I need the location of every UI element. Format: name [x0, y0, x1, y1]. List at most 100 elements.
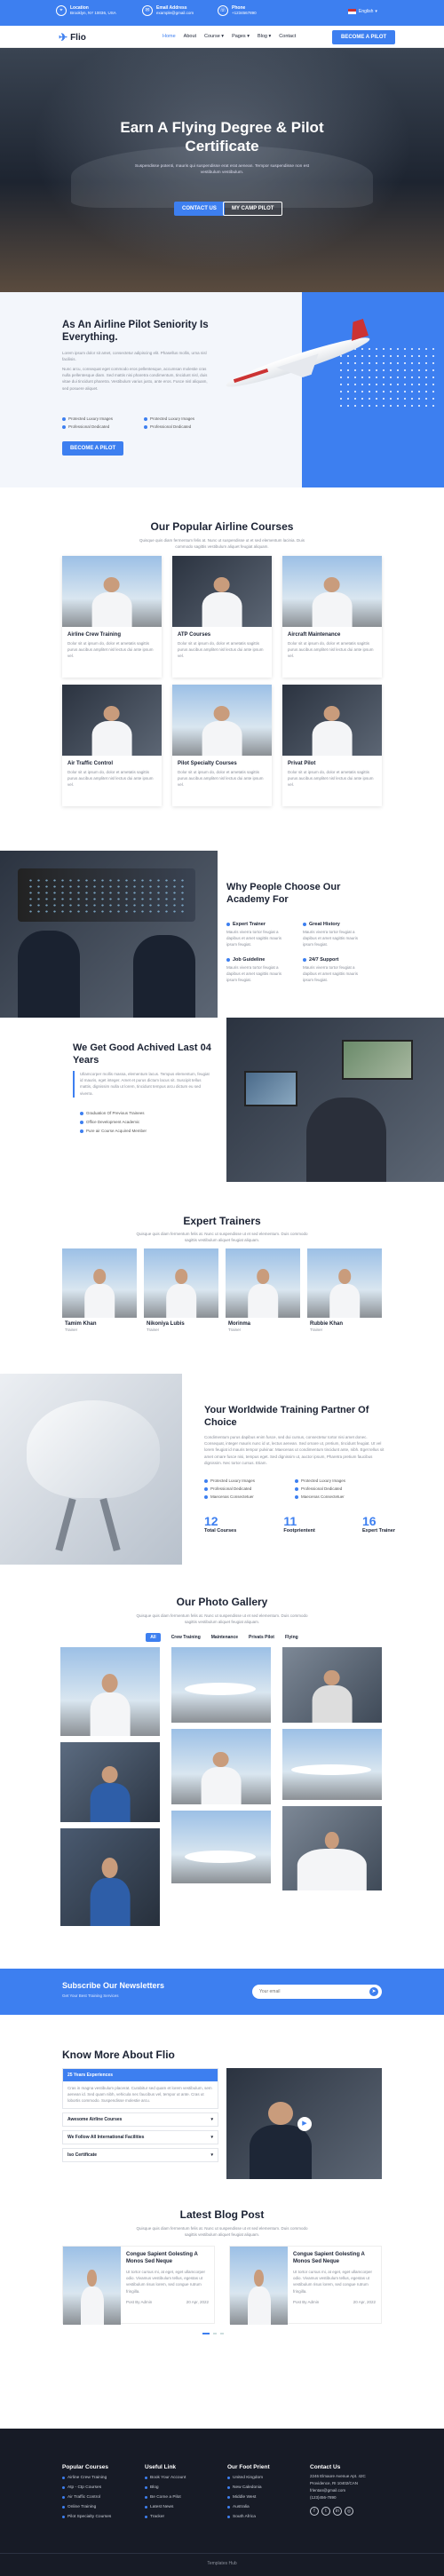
tab-flying[interactable]: Flying	[285, 1633, 298, 1642]
slider-dot[interactable]	[202, 2333, 210, 2334]
course-name[interactable]: Air Traffic Control	[62, 756, 162, 769]
slider-dot[interactable]	[213, 2333, 217, 2334]
gallery-image[interactable]	[282, 1729, 382, 1800]
trainer-name[interactable]: Rubbie Khan	[307, 1318, 382, 1328]
phone-value[interactable]: +1234567890	[232, 11, 257, 15]
trainer-card[interactable]: Tamim Khan Trainer	[62, 1248, 137, 1332]
nav-blog[interactable]: Blog ▾	[258, 34, 271, 39]
course-image	[282, 556, 382, 627]
gallery-image[interactable]	[171, 1729, 271, 1804]
gallery-image[interactable]	[171, 1647, 271, 1723]
send-button[interactable]: ➤	[369, 1987, 378, 1996]
blog-card[interactable]: Congue Sapient Golesting A Monos Sed Neq…	[229, 2246, 382, 2325]
footer-link[interactable]: United Kingdom	[227, 2476, 310, 2480]
footer-link[interactable]: Blog	[145, 2485, 227, 2490]
faq-item[interactable]: Iso Certificate ▾	[62, 2147, 218, 2162]
blog-section: Latest Blog Post Quisque quis diam ferme…	[0, 2208, 444, 2429]
course-card[interactable]: Air Traffic Control Dolor sit ut ipsum d…	[62, 685, 162, 806]
footer-link[interactable]: Airline Crew Training	[62, 2476, 145, 2480]
course-image	[62, 556, 162, 627]
logo[interactable]: ✈ Flio	[59, 31, 86, 44]
trainer-card[interactable]: Morinma Trainer	[226, 1248, 300, 1332]
blog-post-title[interactable]: Congue Sapient Golesting A Monos Sed Neq…	[293, 2252, 376, 2265]
footer-link[interactable]: Australia	[227, 2505, 310, 2509]
newsletter-email-input[interactable]	[259, 1987, 357, 1996]
why-grid: Expert Trainer Mauris viverra tortor feu…	[226, 922, 369, 983]
trainer-name[interactable]: Morinma	[226, 1318, 300, 1328]
footer-link[interactable]: New Caledonia	[227, 2485, 310, 2490]
footer-link[interactable]: Be Come a Pilot	[145, 2495, 227, 2500]
gallery-subtitle: Quisque quis diam fermentum felis at. Nu…	[136, 1613, 308, 1624]
stat-trainers: 16 Expert Trainer	[362, 1514, 395, 1534]
course-name[interactable]: ATP Courses	[172, 627, 272, 640]
my-camp-pilot-button[interactable]: MY CAMP PILOT	[223, 202, 283, 216]
gallery-image[interactable]	[60, 1828, 160, 1926]
trainer-name[interactable]: Nikoniya Lubis	[144, 1318, 218, 1328]
tab-all[interactable]: All	[146, 1633, 161, 1642]
accent-line	[73, 1071, 75, 1098]
faq-item[interactable]: We Follow All International Facilities ▾	[62, 2129, 218, 2144]
course-name[interactable]: Aircraft Maintenance	[282, 627, 382, 640]
gallery-image[interactable]	[171, 1811, 271, 1883]
nav-course[interactable]: Course ▾	[204, 34, 224, 39]
gallery-image[interactable]	[60, 1647, 160, 1736]
twitter-icon[interactable]: t	[321, 2507, 330, 2516]
play-icon[interactable]: ▶	[297, 2117, 312, 2131]
course-name[interactable]: Airline Crew Training	[62, 627, 162, 640]
faq-question[interactable]: 25 Years Experiences	[63, 2069, 218, 2081]
tick-item: Office Development Academic	[80, 1120, 147, 1124]
footer-link[interactable]: Air Traffic Control	[62, 2495, 145, 2500]
footer-link[interactable]: Online Training	[62, 2505, 145, 2509]
course-name[interactable]: Privat Pilot	[282, 756, 382, 769]
course-card[interactable]: Pilot Specialty Courses Dolor sit ut ips…	[172, 685, 272, 806]
trainers-subtitle: Quisque quis diam fermentum felis at. Nu…	[136, 1232, 308, 1242]
course-card[interactable]: Airline Crew Training Dolor sit ut ipsum…	[62, 556, 162, 678]
gallery-image[interactable]	[282, 1647, 382, 1723]
why-item-text: Mauris viverra tortor feugiat a dapibus …	[226, 930, 282, 947]
course-name[interactable]: Pilot Specialty Courses	[172, 756, 272, 769]
instagram-icon[interactable]: ◎	[345, 2507, 353, 2516]
faq-item-open[interactable]: 25 Years Experiences Cras in magna vesti…	[62, 2068, 218, 2109]
facebook-icon[interactable]: f	[310, 2507, 319, 2516]
faq-item[interactable]: Awesome Airline Courses ▾	[62, 2112, 218, 2127]
why-item-title: Expert Trainer	[233, 922, 266, 927]
footer-link[interactable]: Tracker	[145, 2515, 227, 2519]
gallery-image[interactable]	[282, 1806, 382, 1890]
faq-accordion: 25 Years Experiences Cras in magna vesti…	[62, 2068, 218, 2162]
nav-pages[interactable]: Pages ▾	[232, 34, 250, 39]
become-pilot-button[interactable]: BECOME A PILOT	[332, 30, 396, 44]
tick-item: Professional Dedicated	[144, 424, 222, 429]
achieve-title: We Get Good Achived Last 04 Years	[73, 1042, 211, 1066]
footer-link[interactable]: Book Your Account	[145, 2476, 227, 2480]
blog-card[interactable]: Congue Sapient Golesting A Monos Sed Neq…	[62, 2246, 215, 2325]
slider-dot[interactable]	[220, 2333, 224, 2334]
tab-privats-pilot[interactable]: Privats Pilot	[249, 1633, 274, 1642]
linkedin-icon[interactable]: in	[333, 2507, 342, 2516]
tab-maintenance[interactable]: Maintenance	[211, 1633, 238, 1642]
nav-home[interactable]: Home	[163, 34, 176, 39]
gallery-image[interactable]	[60, 1742, 160, 1822]
contact-us-button[interactable]: CONTACT US	[174, 202, 225, 216]
footer-link[interactable]: South Africa	[227, 2515, 310, 2519]
footer-link[interactable]: Pilot Specialty Courses	[62, 2515, 145, 2519]
trainer-card[interactable]: Nikoniya Lubis Trainer	[144, 1248, 218, 1332]
video-thumbnail[interactable]: ▶	[226, 2068, 382, 2179]
footer-link[interactable]: Latest News	[145, 2505, 227, 2509]
phone-info[interactable]: ☏ Phone +1234567890	[218, 5, 257, 16]
footer-link[interactable]: Atp - Ctp Courses	[62, 2485, 145, 2490]
nav-about[interactable]: About	[184, 34, 196, 39]
trainer-name[interactable]: Tamim Khan	[62, 1318, 137, 1328]
email-info[interactable]: ✉ Email Address example@gmail.com	[142, 5, 194, 16]
email-value[interactable]: example@gmail.com	[156, 11, 194, 15]
blog-title: Latest Blog Post	[179, 2208, 265, 2221]
course-card[interactable]: Privat Pilot Dolor sit ut ipsum do, dolo…	[282, 685, 382, 806]
trainer-card[interactable]: Rubbie Khan Trainer	[307, 1248, 382, 1332]
language-selector[interactable]: English ▾	[348, 9, 377, 14]
course-card[interactable]: ATP Courses Dolor sit ut ipsum do, dolor…	[172, 556, 272, 678]
footer-link[interactable]: Middle West	[227, 2495, 310, 2500]
blog-post-title[interactable]: Congue Sapient Golesting A Monos Sed Neq…	[126, 2252, 209, 2265]
course-card[interactable]: Aircraft Maintenance Dolor sit ut ipsum …	[282, 556, 382, 678]
about-become-pilot-button[interactable]: BECOME A PILOT	[62, 441, 124, 456]
tab-crew-training[interactable]: Crew Training	[171, 1633, 201, 1642]
nav-contact[interactable]: Contact	[279, 34, 296, 39]
